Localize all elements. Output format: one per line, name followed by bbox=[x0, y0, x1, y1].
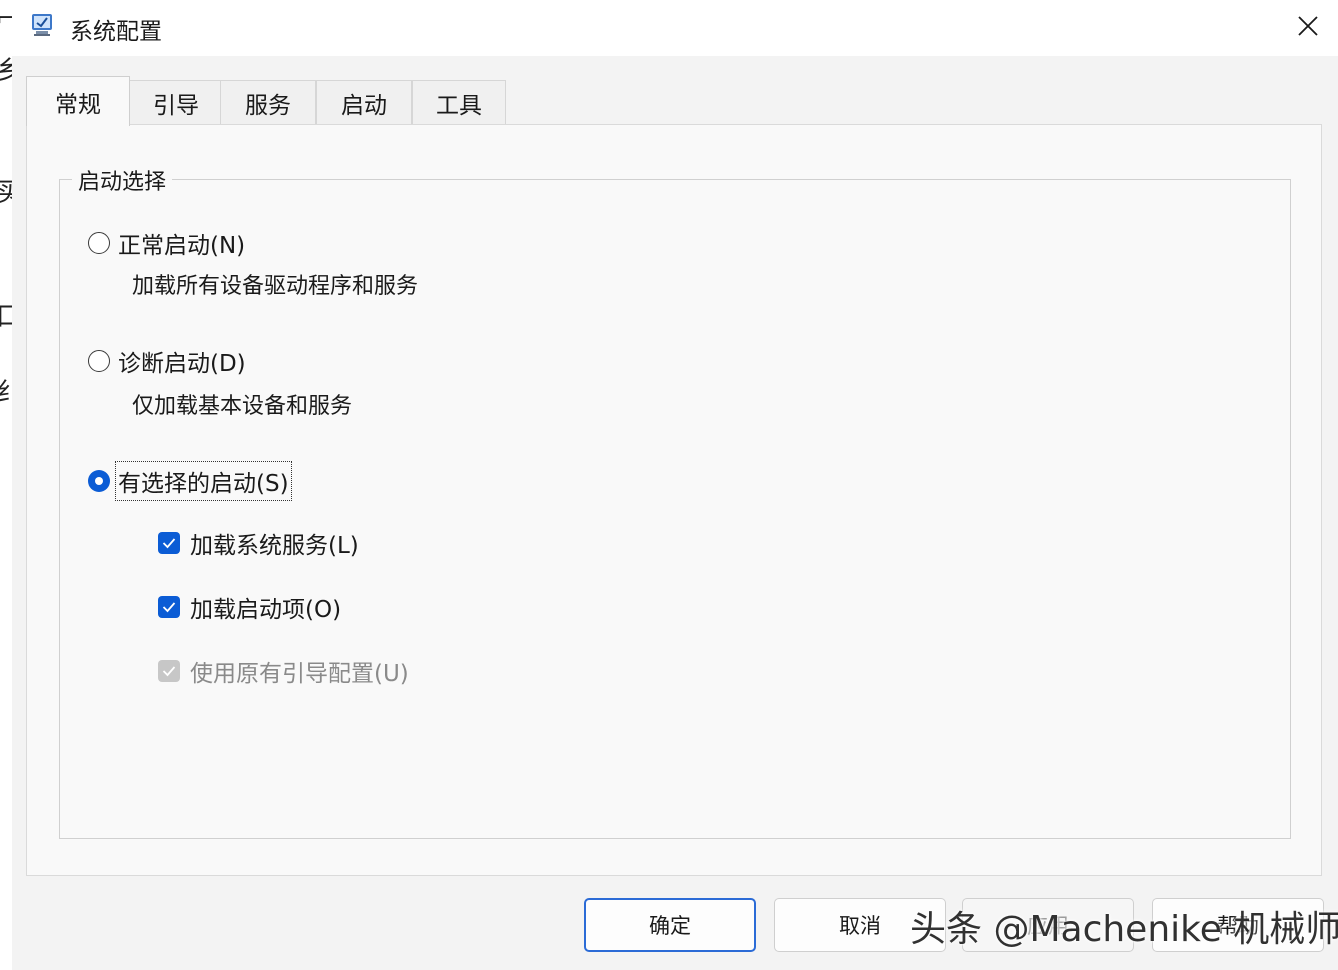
selective-startup-label: 有选择的启动(S) bbox=[115, 461, 292, 501]
load-startup-items-checkbox[interactable]: 加载启动项(O) bbox=[158, 590, 341, 624]
general-tab-panel: 启动选择 正常启动(N) 加载所有设备驱动程序和服务 诊断启动(D) 仅加载基本… bbox=[26, 124, 1322, 876]
use-original-boot-config-label: 使用原有引导配置(U) bbox=[190, 661, 409, 687]
diagnostic-startup-radio[interactable]: 诊断启动(D) bbox=[88, 344, 246, 378]
load-system-services-label: 加载系统服务(L) bbox=[190, 533, 359, 559]
checkmark-icon bbox=[158, 660, 180, 682]
button-label: 确定 bbox=[649, 914, 691, 938]
button-label: 取消 bbox=[839, 914, 881, 938]
tab-label: 工具 bbox=[436, 92, 482, 119]
button-label: 应用 bbox=[1027, 914, 1069, 938]
use-original-boot-config-checkbox: 使用原有引导配置(U) bbox=[158, 654, 409, 688]
help-button[interactable]: 帮助 bbox=[1152, 898, 1324, 952]
close-button[interactable] bbox=[1286, 6, 1330, 46]
radio-unchecked-icon bbox=[88, 232, 110, 254]
tab-label: 服务 bbox=[245, 92, 291, 119]
checkmark-icon bbox=[158, 532, 180, 554]
load-system-services-checkbox[interactable]: 加载系统服务(L) bbox=[158, 526, 359, 560]
tab-startup[interactable]: 启动 bbox=[316, 80, 412, 124]
title-bar: 系统配置 bbox=[12, 0, 1338, 56]
tab-general[interactable]: 常规 bbox=[26, 76, 130, 126]
button-label: 帮助 bbox=[1217, 914, 1259, 938]
msconfig-app-icon bbox=[30, 12, 56, 38]
selective-startup-radio[interactable]: 有选择的启动(S) bbox=[88, 461, 292, 501]
normal-startup-label: 正常启动(N) bbox=[118, 233, 246, 259]
diagnostic-startup-label: 诊断启动(D) bbox=[118, 351, 246, 377]
radio-checked-icon bbox=[88, 470, 110, 492]
tab-services[interactable]: 服务 bbox=[220, 80, 316, 124]
group-legend: 启动选择 bbox=[72, 164, 173, 196]
diagnostic-startup-description: 仅加载基本设备和服务 bbox=[132, 394, 353, 419]
tab-label: 常规 bbox=[55, 91, 101, 118]
window-title: 系统配置 bbox=[70, 19, 162, 45]
radio-unchecked-icon bbox=[88, 350, 110, 372]
startup-selection-group: 启动选择 正常启动(N) 加载所有设备驱动程序和服务 诊断启动(D) 仅加载基本… bbox=[59, 164, 1291, 839]
tab-label: 启动 bbox=[341, 92, 387, 119]
tab-tools[interactable]: 工具 bbox=[412, 80, 506, 124]
tab-boot[interactable]: 引导 bbox=[128, 80, 224, 124]
apply-button[interactable]: 应用 bbox=[962, 898, 1134, 952]
normal-startup-radio[interactable]: 正常启动(N) bbox=[88, 226, 245, 260]
ok-button[interactable]: 确定 bbox=[584, 898, 756, 952]
system-configuration-dialog: 系统配置 常规 引导 服务 启动 工具 启动选择 正常启动(N) 加载所有设备驱… bbox=[12, 0, 1338, 970]
cancel-button[interactable]: 取消 bbox=[774, 898, 946, 952]
load-startup-items-label: 加载启动项(O) bbox=[190, 597, 342, 623]
tab-label: 引导 bbox=[153, 92, 199, 119]
checkmark-icon bbox=[158, 596, 180, 618]
close-icon bbox=[1298, 16, 1318, 36]
normal-startup-description: 加载所有设备驱动程序和服务 bbox=[132, 274, 419, 299]
